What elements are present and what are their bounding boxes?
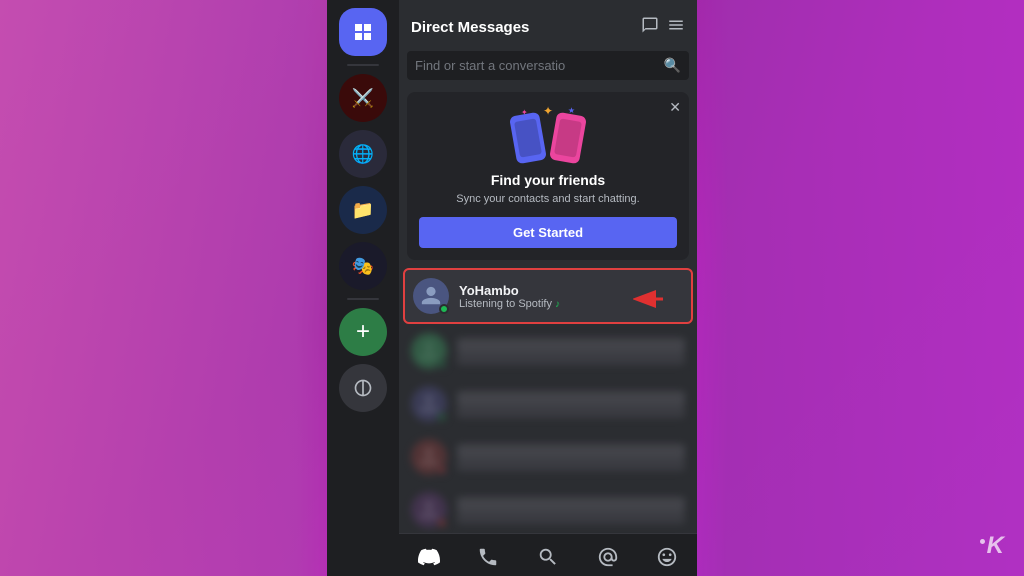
- search-icon: 🔍: [664, 57, 681, 74]
- status-dot-4: [437, 518, 447, 528]
- add-server-button[interactable]: +: [339, 308, 387, 356]
- card-illustration: ✦ ✦ ★: [419, 104, 677, 164]
- blurred-status-2: ████████████: [457, 406, 685, 418]
- blurred-status-3: ██████████: [457, 459, 685, 471]
- find-friends-title: Find your friends: [419, 172, 677, 188]
- watermark-letter: K: [987, 532, 1004, 560]
- bottom-nav-emoji[interactable]: [637, 542, 697, 572]
- server-divider: [347, 64, 379, 66]
- dm-avatar-blurred-3: [411, 439, 447, 475]
- bottom-nav: [399, 533, 697, 576]
- yohambo-status: Listening to Spotify ♪: [459, 298, 633, 310]
- server-icon-2[interactable]: 🌐: [339, 130, 387, 178]
- blurred-status-4: ████████████████: [457, 512, 685, 524]
- search-input[interactable]: [415, 58, 658, 73]
- blurred-status-1: ██████████████: [457, 353, 685, 365]
- new-dm-icon[interactable]: [641, 16, 659, 39]
- server-icon-4[interactable]: 🎭: [339, 242, 387, 290]
- status-dot-1: [437, 359, 447, 369]
- blurred-name-2: ██████████: [457, 391, 685, 406]
- bottom-nav-search[interactable]: [518, 542, 578, 572]
- red-arrow-indicator: [633, 284, 673, 319]
- bottom-nav-home[interactable]: [399, 542, 459, 572]
- dm-info-blurred-4: ██████ ████████████████: [457, 497, 685, 524]
- get-started-button[interactable]: Get Started: [419, 217, 677, 248]
- dm-item-yohambo[interactable]: YoHambo Listening to Spotify ♪: [403, 268, 693, 324]
- find-friends-card: ✕ ✦ ✦ ★ Find your friends Sync your: [407, 92, 689, 260]
- bg-right: [654, 0, 1024, 576]
- app-container: ⚔️ 🌐 📁 🎭 + Direct Messages: [327, 0, 697, 576]
- close-card-button[interactable]: ✕: [669, 100, 681, 114]
- dm-panel: Direct Messages 🔍 ✕: [399, 0, 697, 576]
- status-dot-3: [437, 465, 447, 475]
- server-bar: ⚔️ 🌐 📁 🎭 +: [327, 0, 399, 576]
- yohambo-status-dot: [439, 304, 449, 314]
- watermark-dot: [980, 539, 985, 544]
- status-dot-2: [437, 412, 447, 422]
- dm-avatar-blurred-2: [411, 386, 447, 422]
- server-divider-2: [347, 298, 379, 300]
- discover-server-button[interactable]: [339, 364, 387, 412]
- dm-item-blurred-2[interactable]: ██████████ ████████████: [403, 378, 693, 430]
- dm-avatar-blurred-4: [411, 492, 447, 528]
- dm-info-blurred-2: ██████████ ████████████: [457, 391, 685, 418]
- search-bar[interactable]: 🔍: [407, 51, 689, 80]
- yohambo-avatar: [413, 278, 449, 314]
- blurred-name-1: ████████: [457, 338, 685, 353]
- dm-info-blurred-3: ████████████ ██████████: [457, 444, 685, 471]
- dm-info-blurred-1: ████████ ██████████████: [457, 338, 685, 365]
- knowtechie-watermark: K: [980, 532, 1004, 560]
- dm-list: YoHambo Listening to Spotify ♪: [399, 268, 697, 533]
- blurred-name-3: ████████████: [457, 444, 685, 459]
- yohambo-info: YoHambo Listening to Spotify ♪: [459, 283, 633, 310]
- server-icon-3[interactable]: 📁: [339, 186, 387, 234]
- server-icon-1[interactable]: ⚔️: [339, 74, 387, 122]
- bg-left: [0, 0, 370, 576]
- yohambo-name: YoHambo: [459, 283, 633, 298]
- bottom-nav-mentions[interactable]: [578, 542, 638, 572]
- dm-item-blurred-4[interactable]: ██████ ████████████████: [403, 484, 693, 533]
- dm-panel-title: Direct Messages: [411, 19, 529, 36]
- dm-item-blurred-1[interactable]: ████████ ██████████████: [403, 325, 693, 377]
- dm-header: Direct Messages: [399, 0, 697, 47]
- bottom-nav-voice[interactable]: [459, 542, 519, 572]
- find-friends-subtitle: Sync your contacts and start chatting.: [419, 192, 677, 207]
- dm-item-blurred-3[interactable]: ████████████ ██████████: [403, 431, 693, 483]
- blurred-name-4: ██████: [457, 497, 685, 512]
- dm-avatar-blurred-1: [411, 333, 447, 369]
- header-icons: [641, 16, 685, 39]
- server-icon-home[interactable]: [339, 8, 387, 56]
- hamburger-icon[interactable]: [667, 16, 685, 39]
